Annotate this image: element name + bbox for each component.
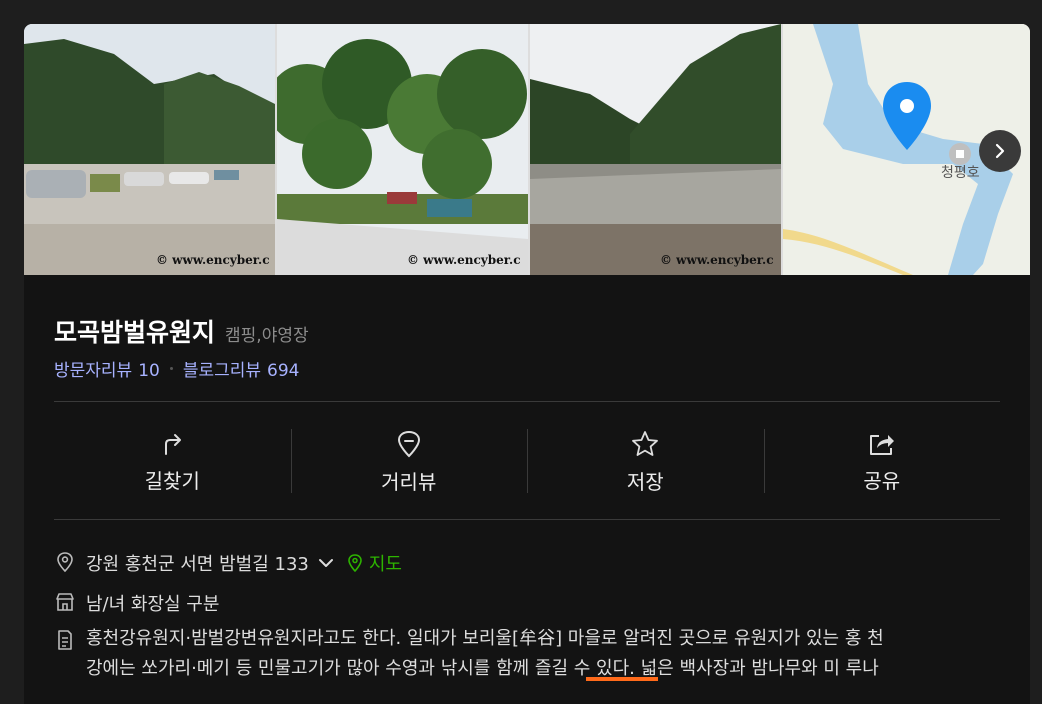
store-icon xyxy=(56,593,74,611)
description-line: 강에는 쏘가리·메기 등 민물고기가 많아 수영과 낚시를 함께 즐길 수 있다… xyxy=(86,658,879,679)
restroom-row: 남/녀 화장실 구분 xyxy=(54,590,219,616)
visitor-review-count: 10 xyxy=(138,361,160,381)
share-label: 공유 xyxy=(863,468,901,493)
directions-icon xyxy=(165,433,182,455)
address-text: 강원 홍천군 서면 밤벌길 133 xyxy=(86,554,309,575)
photo-watermark: © www.encyber.c xyxy=(660,253,774,267)
blog-review-count: 694 xyxy=(267,361,300,381)
blog-review-link[interactable]: 블로그리뷰 694 xyxy=(183,356,300,381)
location-pin-icon xyxy=(57,552,73,573)
photo-strip: © www.encyber.c © www.encyber.c © www.en… xyxy=(24,24,1030,275)
map-pin-small-icon xyxy=(348,554,362,573)
street-view-label: 거리뷰 xyxy=(381,469,437,494)
description-row: 홍천강유원지·밤벌강변유원지라고도 한다. 일대가 보리울[牟谷] 마을로 알려… xyxy=(54,624,998,684)
description-line: 홍천강유원지·밤벌강변유원지라고도 한다. 일대가 보리울[牟谷] 마을로 알려… xyxy=(86,628,884,649)
separator-dot xyxy=(169,367,173,370)
save-label: 저장 xyxy=(626,469,664,494)
photo-3[interactable]: © www.encyber.c xyxy=(530,24,781,275)
street-view-icon xyxy=(397,430,420,457)
star-icon xyxy=(632,430,659,456)
document-icon xyxy=(58,630,72,650)
divider xyxy=(54,401,1000,402)
photo-2[interactable]: © www.encyber.c xyxy=(277,24,528,275)
directions-label: 길찾기 xyxy=(144,468,200,493)
photo-watermark: © www.encyber.c xyxy=(407,253,521,267)
street-view-button[interactable]: 거리뷰 xyxy=(290,426,528,498)
divider xyxy=(54,519,1000,520)
photo-watermark: © www.encyber.c xyxy=(156,253,270,267)
directions-button[interactable]: 길찾기 xyxy=(54,426,291,498)
page-title: 모곡밤벌유원지 xyxy=(54,318,216,347)
share-icon xyxy=(869,434,894,455)
place-card: © www.encyber.c © www.encyber.c © www.en… xyxy=(24,24,1030,704)
share-button[interactable]: 공유 xyxy=(763,426,1001,498)
visitor-review-link[interactable]: 방문자리뷰 10 xyxy=(54,356,160,381)
restroom-text: 남/녀 화장실 구분 xyxy=(86,594,220,615)
visitor-review-label: 방문자리뷰 xyxy=(54,361,133,381)
description-text: 홍천강유원지·밤벌강변유원지라고도 한다. 일대가 보리울[牟谷] 마을로 알려… xyxy=(86,624,998,684)
photo-1[interactable]: © www.encyber.c xyxy=(24,24,275,275)
next-photo-button[interactable] xyxy=(979,130,1021,172)
scroll-indicator xyxy=(586,677,658,681)
map-pin-icon xyxy=(883,82,931,150)
title-row: 모곡밤벌유원지 캠핑,야영장 xyxy=(54,313,309,349)
map-link[interactable]: 지도 xyxy=(335,550,402,576)
action-bar: 길찾기 거리뷰 저장 공유 xyxy=(54,426,1000,498)
category-label: 캠핑,야영장 xyxy=(225,326,309,346)
review-summary: 방문자리뷰 10 블로그리뷰 694 xyxy=(54,356,300,381)
map-label: 청평호 xyxy=(941,165,980,181)
blog-review-label: 블로그리뷰 xyxy=(182,361,262,381)
chevron-down-icon[interactable] xyxy=(317,554,335,572)
chevron-right-icon xyxy=(995,143,1005,159)
map-link-label: 지도 xyxy=(368,554,402,575)
address-row: 강원 홍천군 서면 밤벌길 133 지도 xyxy=(54,550,402,576)
save-button[interactable]: 저장 xyxy=(527,426,764,498)
